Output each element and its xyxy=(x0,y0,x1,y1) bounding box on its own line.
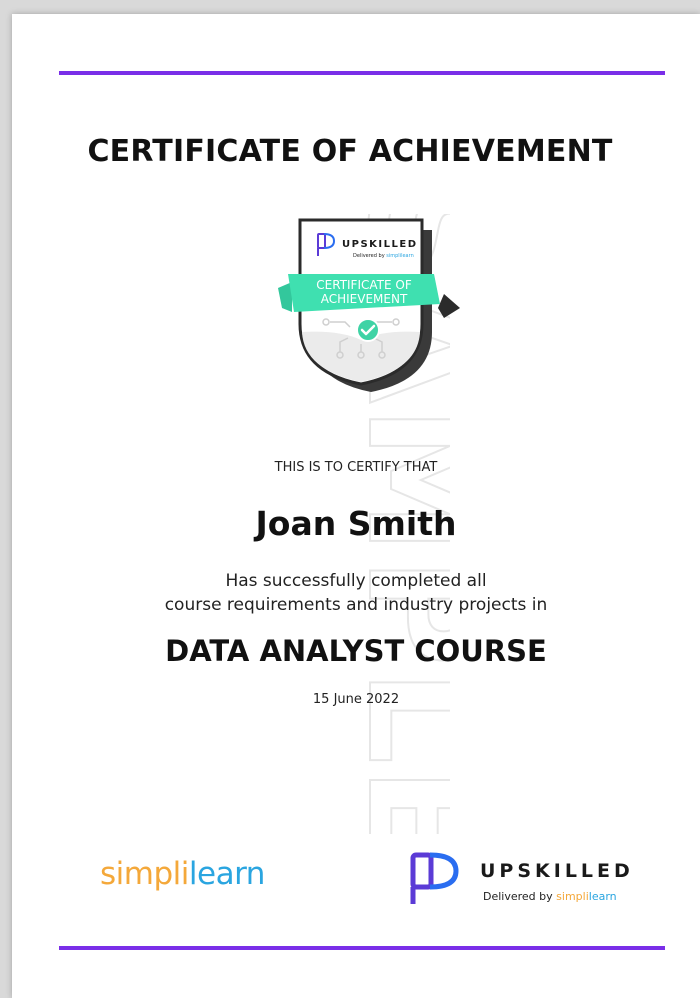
upskilled-name: UPSKILLED xyxy=(480,860,634,882)
simplilearn-logo: simplilearn xyxy=(100,856,265,892)
badge-brand: UPSKILLED xyxy=(342,239,418,250)
badge-delivered-by: Delivered by xyxy=(353,253,386,259)
badge-ribbon-line1: CERTIFICATE OF xyxy=(316,278,412,292)
badge-ribbon-line2: ACHIEVEMENT xyxy=(321,292,408,306)
simplilearn-logo-part2: learn xyxy=(188,856,266,892)
upskilled-logo: UPSKILLED Delivered by simplilearn xyxy=(410,852,640,912)
achievement-badge: CERTIFICATE OF ACHIEVEMENT UPSKILLED Del… xyxy=(278,218,460,392)
completion-line-2: course requirements and industry project… xyxy=(164,595,548,615)
recipient-name: Joan Smith xyxy=(255,504,457,543)
svg-text:Delivered by simplilearn: Delivered by simplilearn xyxy=(353,253,414,259)
simplilearn-logo-part1: simpl xyxy=(100,856,181,892)
upskilled-delivered-part2: learn xyxy=(588,890,617,903)
certify-text: THIS IS TO CERTIFY THAT xyxy=(274,460,438,475)
upskilled-logo-icon xyxy=(410,852,459,904)
simplilearn-logo-bar: i xyxy=(180,856,190,892)
check-circle-icon xyxy=(356,318,380,342)
upskilled-delivered-part1: simpl xyxy=(556,890,586,903)
certificate-page: SAMPLE CERTIFICATE OF ACHIEVEMENT CERT xyxy=(12,14,700,998)
completion-date: 15 June 2022 xyxy=(312,692,400,707)
completion-statement: Has successfully completed all course re… xyxy=(12,569,700,617)
top-accent-rule xyxy=(59,71,665,75)
bottom-accent-rule xyxy=(59,946,665,950)
upskilled-delivered-by-text: Delivered by xyxy=(483,890,557,903)
certificate-title: CERTIFICATE OF ACHIEVEMENT xyxy=(87,134,613,169)
badge-delivered-brand: simplilearn xyxy=(386,253,413,259)
completion-line-1: Has successfully completed all xyxy=(225,571,487,591)
course-name: DATA ANALYST COURSE xyxy=(165,634,547,668)
upskilled-delivered-by: Delivered by simplilearn xyxy=(483,890,617,903)
